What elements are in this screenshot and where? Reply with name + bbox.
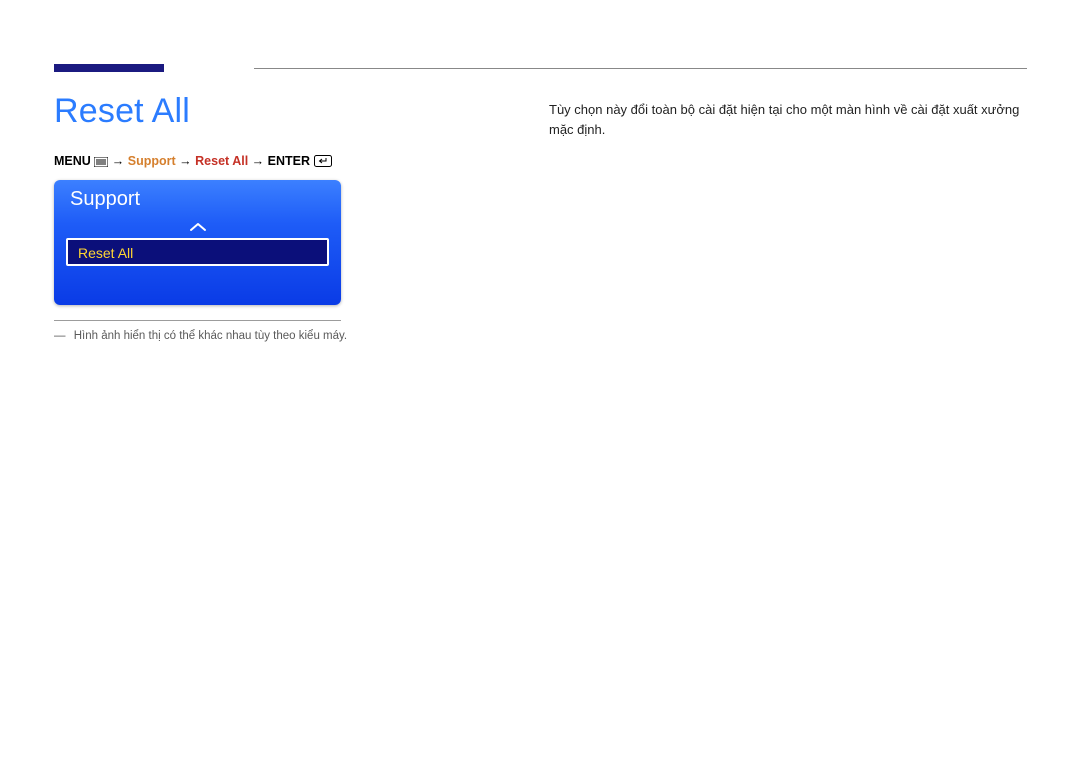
chevron-up-icon[interactable] <box>54 220 341 236</box>
footnote-text: Hình ảnh hiển thị có thể khác nhau tùy t… <box>74 330 347 342</box>
page-heading: Reset All <box>54 92 190 131</box>
breadcrumb-arrow-1: → <box>112 154 128 168</box>
panel-title: Support <box>54 180 341 211</box>
breadcrumb: MENU → Support → Reset All → ENTER <box>54 153 332 171</box>
breadcrumb-enter: ENTER <box>268 154 310 168</box>
menu-item-reset-all[interactable]: Reset All <box>66 238 329 266</box>
panel-bottom-rule <box>54 320 341 321</box>
breadcrumb-reset-all: Reset All <box>195 154 248 168</box>
description-text: Tùy chọn này đổi toàn bộ cài đặt hiện tạ… <box>549 100 1029 139</box>
support-menu-panel: Support Reset All <box>54 180 341 305</box>
breadcrumb-arrow-2: → <box>179 154 195 168</box>
breadcrumb-arrow-3: → <box>252 154 268 168</box>
footnote: ― Hình ảnh hiển thị có thể khác nhau tùy… <box>54 330 347 342</box>
accent-bar <box>54 64 164 72</box>
breadcrumb-support: Support <box>128 154 176 168</box>
footnote-dash: ― <box>54 330 65 342</box>
breadcrumb-menu: MENU <box>54 154 91 168</box>
menu-icon <box>94 155 108 171</box>
top-horizontal-rule <box>254 68 1027 69</box>
enter-icon <box>314 155 332 171</box>
